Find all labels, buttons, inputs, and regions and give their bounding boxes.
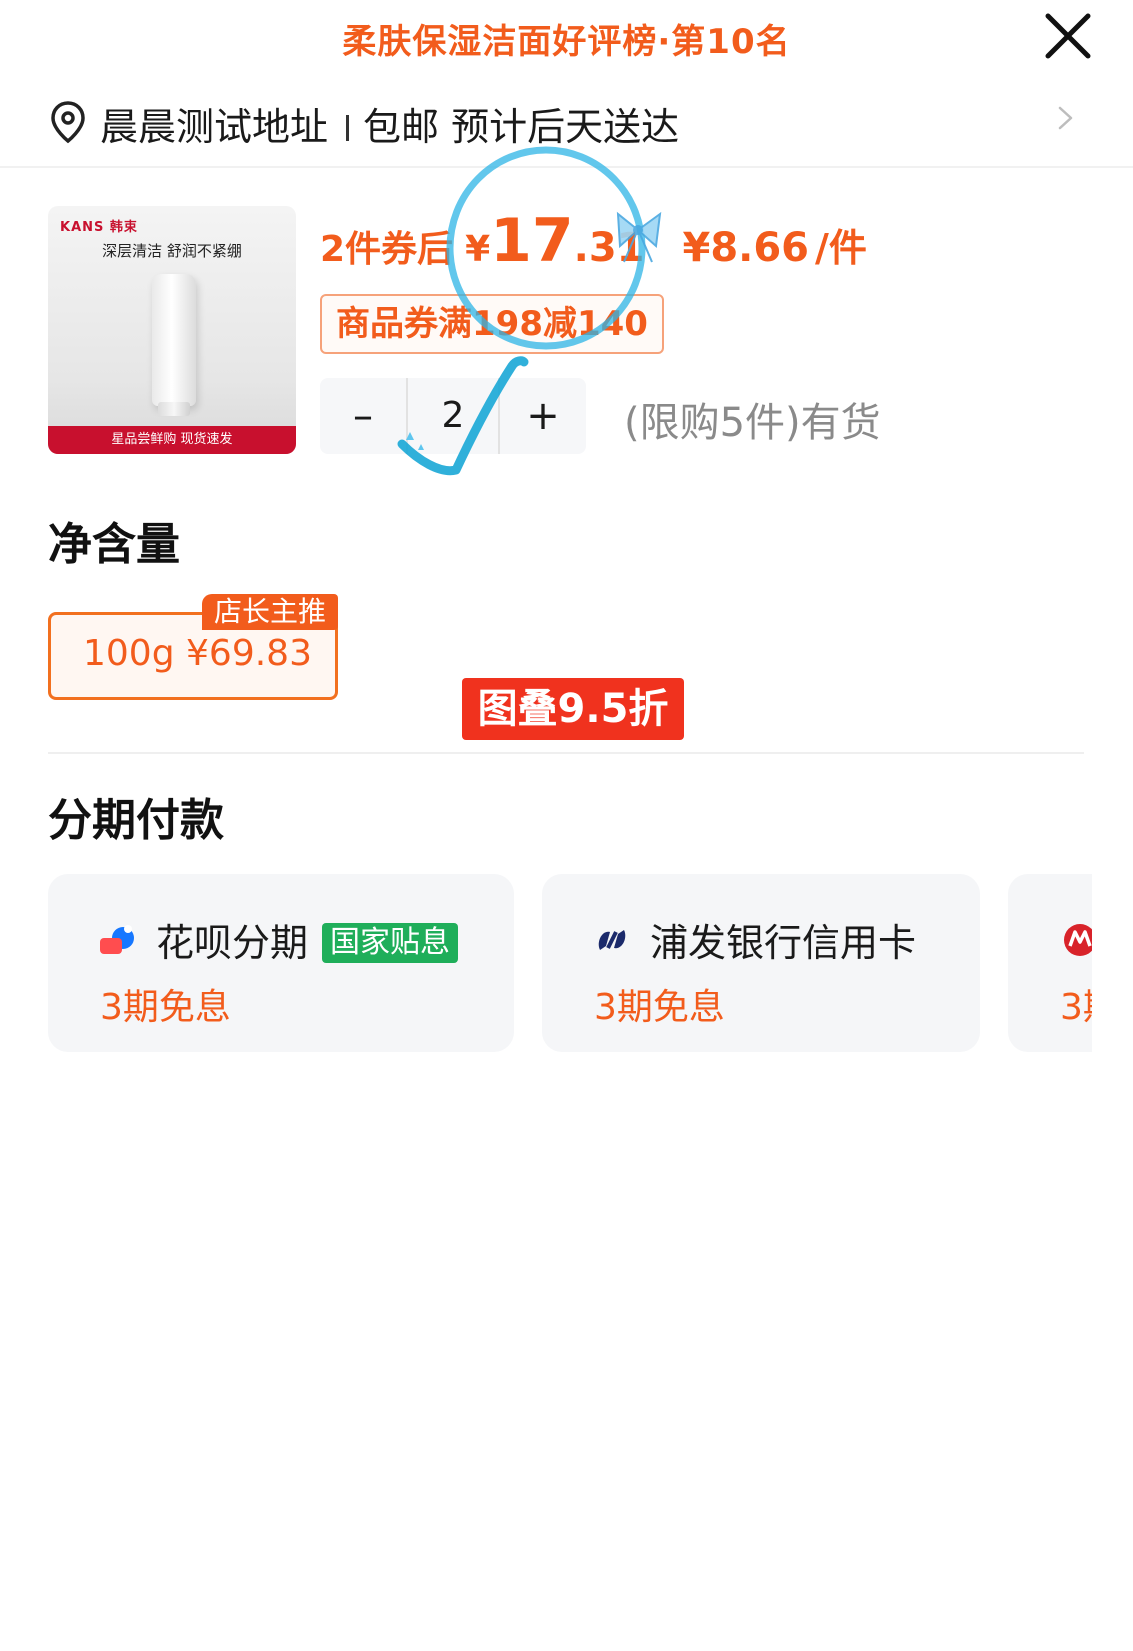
product-image-brand: KANS 韩束 — [60, 220, 138, 235]
spdb-logo-icon — [598, 930, 626, 950]
installment-card-huabei[interactable]: 花呗分期 国家贴息 3期免息 — [48, 874, 514, 1052]
installment-card-terms: 3期免息 — [1060, 987, 1092, 1028]
price-integer: 17 — [490, 206, 574, 276]
shipping-info: 包邮 预计后天送达 — [363, 105, 680, 149]
recommend-badge: 店长主推 — [202, 594, 338, 630]
subsidy-badge: 国家贴息 — [322, 922, 459, 963]
chevron-right-icon — [1058, 106, 1073, 130]
address-location: 晨晨测试地址 — [100, 105, 329, 149]
net-content-title: 净含量 — [48, 519, 180, 570]
address-separator — [346, 114, 350, 141]
close-icon — [1045, 13, 1091, 59]
coupon-tag[interactable]: 商品券满198减140 — [320, 294, 664, 354]
product-tube-illustration — [152, 274, 196, 406]
quantity-value[interactable]: 2 — [406, 378, 500, 454]
address-row[interactable]: 晨晨测试地址 包邮 预计后天送达 — [48, 88, 1088, 151]
installment-card-name: 花呗分期 国家贴息 — [156, 912, 459, 967]
product-image-slogan: 深层清洁 舒润不紧绷 — [102, 242, 242, 260]
coupon-prefix: 2件券后 — [320, 229, 454, 270]
huabei-name: 花呗分期 — [156, 921, 309, 965]
price-currency: ¥ — [465, 229, 491, 270]
location-pin-icon — [51, 101, 85, 144]
product-image-footer: 星品尝鲜购 现货速发 — [48, 426, 296, 454]
cmb-logo-icon — [1064, 924, 1092, 956]
address-text: 晨晨测试地址 包邮 预计后天送达 — [100, 96, 679, 151]
page-title: 柔肤保湿洁面好评榜·第10名 — [342, 22, 791, 62]
installment-card-spdb[interactable]: 浦发银行信用卡 3期免息 — [542, 874, 980, 1052]
quantity-stepper: – 2 + — [320, 378, 586, 454]
installment-card-terms: 3期免息 — [594, 987, 725, 1028]
decrement-button[interactable]: – — [320, 378, 406, 454]
spec-option-label: 100g ¥69.83 — [83, 633, 312, 674]
installment-card-terms: 3期免息 — [100, 987, 231, 1028]
installment-card-partial[interactable]: 3期免息 — [1008, 874, 1092, 1052]
stock-status: (限购5件)有货 — [624, 400, 881, 446]
increment-button[interactable]: + — [500, 378, 586, 454]
close-button[interactable] — [1040, 8, 1096, 64]
divider — [0, 166, 1133, 168]
price-decimal: .31 — [573, 225, 645, 271]
product-image[interactable]: KANS 韩束 深层清洁 舒润不紧绷 星品尝鲜购 现货速发 — [48, 206, 296, 454]
installment-title: 分期付款 — [48, 795, 224, 846]
huabei-logo-icon — [100, 925, 134, 954]
price-line: 2件券后 ¥17.31 ¥8.66/件 — [320, 206, 867, 276]
unit-suffix: /件 — [815, 226, 867, 270]
unit-price: ¥8.66 — [682, 225, 810, 271]
product-tube-cap — [158, 402, 190, 416]
divider — [48, 752, 1084, 754]
discount-sticker: 图叠9.5折 — [462, 678, 684, 740]
installment-card-name: 浦发银行信用卡 — [650, 921, 917, 965]
